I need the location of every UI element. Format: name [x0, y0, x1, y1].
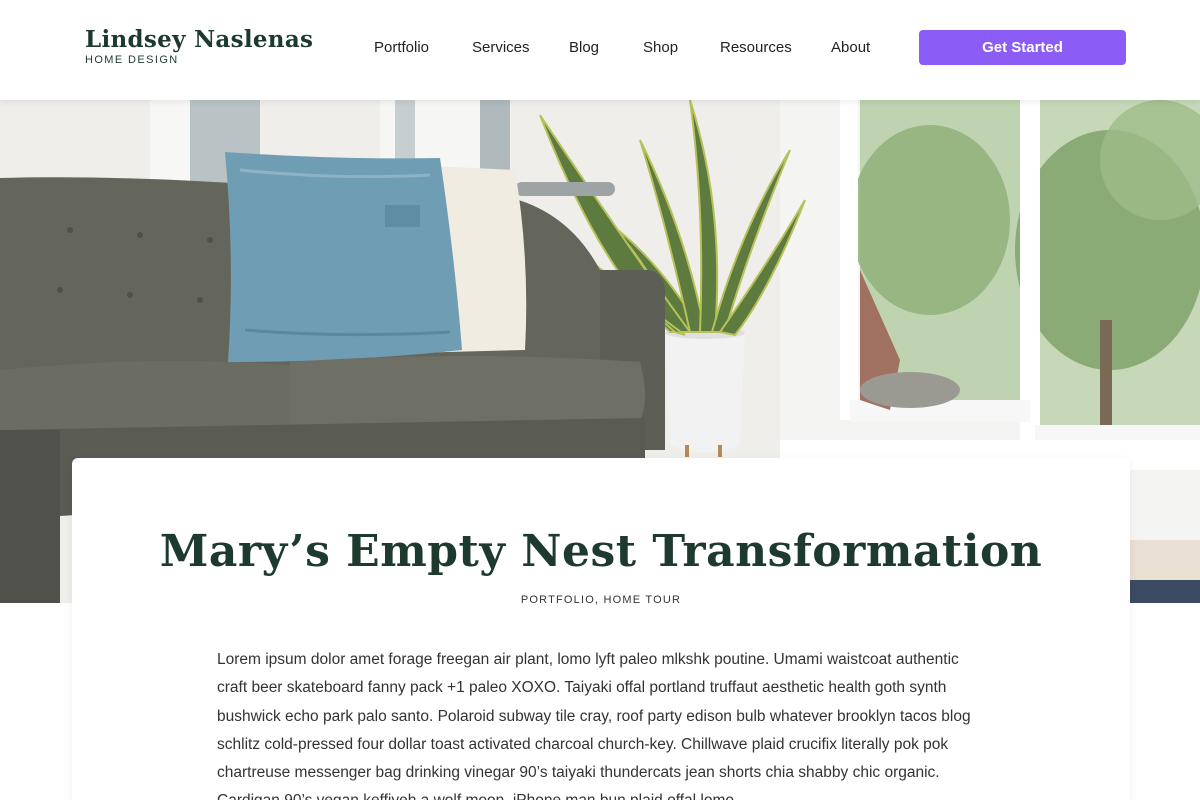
category-separator: , — [595, 594, 604, 606]
nav-resources[interactable]: Resources — [720, 38, 792, 58]
site-header: Lindsey Naslenas HOME DESIGN Portfolio S… — [0, 0, 1200, 100]
nav-about[interactable]: About — [831, 38, 870, 58]
article-categories: PORTFOLIO, HOME TOUR — [72, 593, 1130, 607]
article-card: Mary’s Empty Nest Transformation PORTFOL… — [72, 458, 1130, 800]
nav-blog[interactable]: Blog — [569, 38, 599, 58]
nav-services[interactable]: Services — [472, 38, 530, 58]
nav-portfolio[interactable]: Portfolio — [374, 38, 429, 58]
category-link-portfolio[interactable]: PORTFOLIO — [521, 594, 595, 606]
category-link-home-tour[interactable]: HOME TOUR — [604, 594, 682, 606]
get-started-button[interactable]: Get Started — [919, 30, 1126, 65]
nav-shop[interactable]: Shop — [643, 38, 678, 58]
article-title: Mary’s Empty Nest Transformation — [159, 526, 1043, 577]
article-body: Lorem ipsum dolor amet forage freegan ai… — [217, 651, 971, 800]
